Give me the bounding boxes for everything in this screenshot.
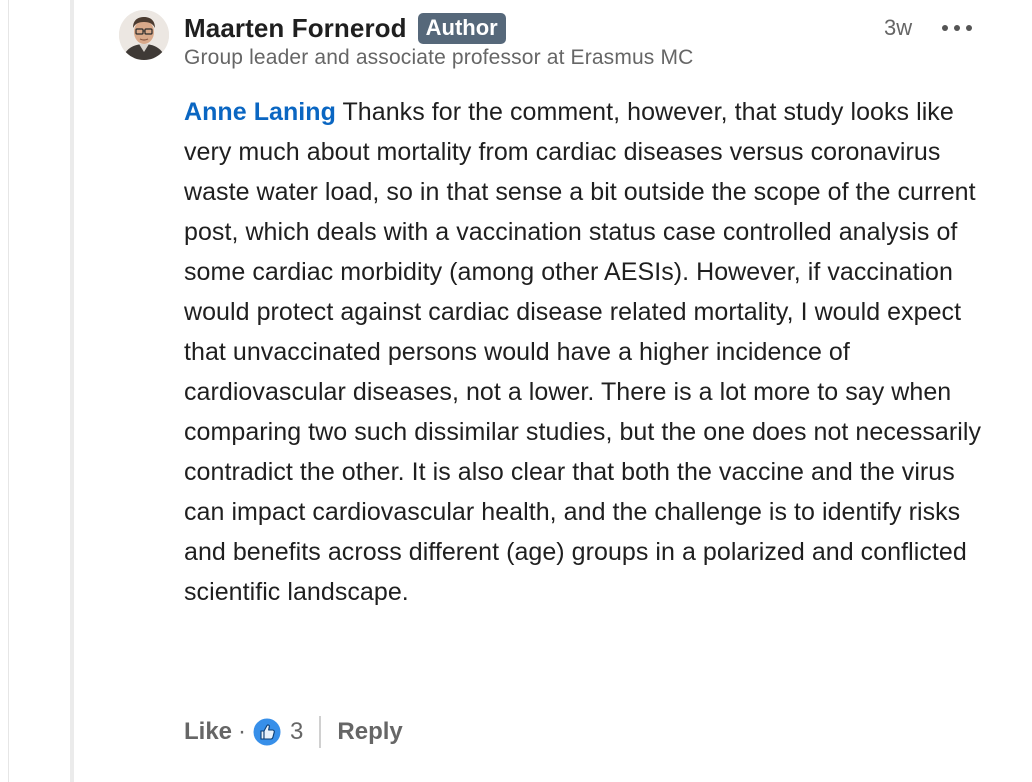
comment-actions: Like · 3 Reply [184, 712, 403, 752]
comment-body-text: Thanks for the comment, however, that st… [184, 98, 982, 606]
reactions-summary[interactable]: 3 [252, 717, 303, 747]
more-dot-icon [966, 25, 972, 31]
thread-line [70, 0, 74, 782]
thumbs-up-icon [252, 717, 282, 747]
reply-button[interactable]: Reply [337, 718, 402, 746]
avatar[interactable] [119, 10, 169, 60]
like-button[interactable]: Like [184, 718, 232, 746]
author-name[interactable]: Maarten Fornerod [184, 13, 407, 44]
author-badge: Author [417, 12, 506, 44]
page-border [8, 0, 9, 782]
author-headline: Group leader and associate professor at … [184, 46, 694, 69]
avatar-image [119, 10, 169, 60]
comment-timestamp: 3w [884, 15, 913, 40]
more-dot-icon [942, 25, 948, 31]
mention-link[interactable]: Anne Laning [184, 98, 336, 126]
more-dot-icon [954, 25, 960, 31]
comment-text: Anne Laning Thanks for the comment, howe… [184, 92, 996, 612]
actions-divider [319, 716, 322, 748]
action-separator: · [238, 718, 247, 745]
more-options-button[interactable] [942, 16, 972, 40]
comment-header: Maarten Fornerod Author Group leader and… [184, 12, 992, 70]
reaction-count: 3 [290, 718, 304, 745]
name-row: Maarten Fornerod Author [184, 12, 992, 44]
